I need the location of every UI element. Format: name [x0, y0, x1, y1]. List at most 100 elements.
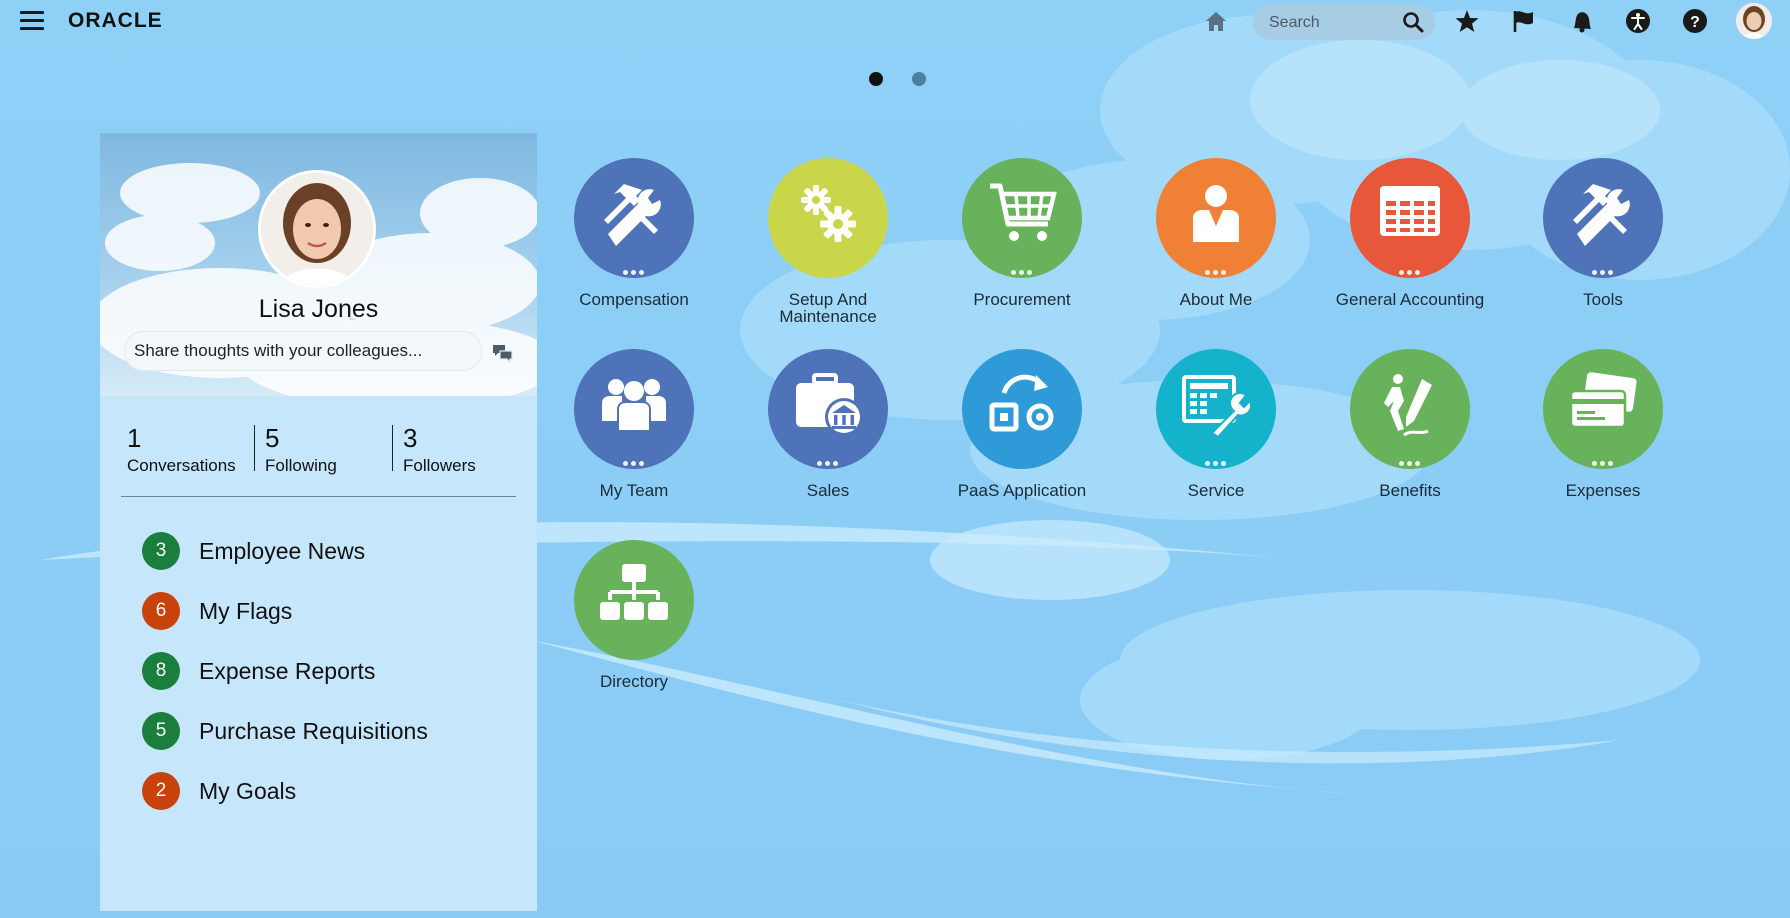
person-icon [1193, 185, 1239, 242]
team-icon [602, 379, 666, 432]
app-circle [574, 158, 694, 278]
app-circle [1350, 349, 1470, 469]
ledger-icon [1380, 186, 1440, 236]
app-service[interactable]: Service [1131, 349, 1301, 499]
more-dots[interactable] [1399, 453, 1423, 466]
bell-icon[interactable] [1568, 8, 1594, 34]
more-dots[interactable] [1011, 262, 1035, 275]
app-sales[interactable]: Sales [743, 349, 913, 499]
search-icon[interactable] [1401, 10, 1425, 34]
pager-dot-1[interactable] [869, 72, 883, 86]
app-benefits[interactable]: Benefits [1325, 349, 1495, 499]
profile-photo [258, 170, 376, 288]
task-label: Expense Reports [199, 658, 376, 684]
app-label: My Team [599, 481, 669, 500]
count-badge: 5 [142, 712, 180, 750]
top-bar: ORACLE ? [0, 0, 1790, 42]
search-input[interactable] [1267, 12, 1401, 34]
more-dots[interactable] [1205, 453, 1229, 466]
star-icon[interactable] [1454, 8, 1480, 34]
count-badge: 2 [142, 772, 180, 810]
profile-panel: Lisa Jones Share thoughts with your coll… [100, 133, 537, 911]
more-dots[interactable] [623, 453, 647, 466]
accessibility-icon[interactable] [1625, 8, 1651, 34]
count-badge: 6 [142, 592, 180, 630]
app-label: Directory [599, 672, 668, 691]
profile-header: Lisa Jones Share thoughts with your coll… [100, 133, 537, 396]
menu-icon[interactable] [20, 11, 44, 31]
app-label: Expenses [1565, 481, 1641, 500]
task-label: My Goals [199, 778, 297, 804]
flag-icon[interactable] [1511, 8, 1537, 34]
task-label: Purchase Requisitions [199, 718, 428, 744]
app-label: About Me [1179, 290, 1253, 309]
stat-value: 1 [127, 423, 142, 453]
share-placeholder: Share thoughts with your colleagues... [134, 341, 423, 360]
more-dots[interactable] [817, 453, 841, 466]
app-circle [962, 158, 1082, 278]
app-setup-and-maintenance[interactable]: Setup And Maintenance [743, 158, 913, 325]
more-dots[interactable] [1399, 262, 1423, 275]
more-dots[interactable] [623, 262, 647, 275]
app-circle [574, 349, 694, 469]
stat-value: 5 [265, 423, 280, 453]
app-expenses[interactable]: Expenses [1518, 349, 1688, 499]
app-circle [1543, 349, 1663, 469]
app-tools[interactable]: Tools [1518, 158, 1688, 308]
stat-divider [254, 425, 255, 471]
stat-conversations[interactable]: 1 Conversations [127, 423, 236, 476]
app-circle [574, 540, 694, 660]
stat-value: 3 [403, 423, 418, 453]
hammer-wrench-icon [1573, 184, 1630, 246]
search-box [1253, 4, 1435, 40]
paas-icon [989, 374, 1054, 432]
app-circle [962, 349, 1082, 469]
service-icon [1182, 375, 1253, 439]
app-my-team[interactable]: My Team [549, 349, 719, 499]
app-paas-application[interactable]: PaaS Application [937, 349, 1107, 499]
app-label: Procurement [973, 290, 1071, 309]
stat-label: Conversations [127, 456, 236, 475]
conversation-icon[interactable] [492, 343, 514, 363]
share-thoughts-input[interactable]: Share thoughts with your colleagues... [124, 331, 482, 371]
svg-text:?: ? [1690, 14, 1700, 31]
stat-label: Followers [403, 456, 476, 475]
hammer-wrench-icon [604, 184, 661, 246]
app-compensation[interactable]: Compensation [549, 158, 719, 308]
stat-following[interactable]: 5 Following [265, 423, 337, 476]
user-name: Lisa Jones [258, 295, 379, 323]
benefits-icon [1384, 374, 1432, 437]
more-dots[interactable] [1205, 262, 1229, 275]
cart-icon [990, 183, 1057, 241]
task-label: Employee News [199, 538, 366, 564]
app-procurement[interactable]: Procurement [937, 158, 1107, 308]
app-label: Service [1187, 481, 1245, 500]
cards-icon [1569, 372, 1637, 429]
app-circle [768, 349, 888, 469]
app-circle [1350, 158, 1470, 278]
stat-divider [392, 425, 393, 471]
pager-dot-2[interactable] [912, 72, 926, 86]
app-label: General Accounting [1335, 290, 1485, 309]
app-about-me[interactable]: About Me [1131, 158, 1301, 308]
app-label: Benefits [1379, 481, 1441, 500]
oracle-logo: ORACLE [68, 9, 163, 32]
panel-divider [121, 496, 516, 497]
count-badge: 8 [142, 652, 180, 690]
help-icon[interactable]: ? [1682, 8, 1708, 34]
app-general-accounting[interactable]: General Accounting [1325, 158, 1495, 308]
avatar[interactable] [1736, 3, 1772, 39]
app-circle [1156, 349, 1276, 469]
more-dots[interactable] [1592, 453, 1616, 466]
more-dots[interactable] [1592, 262, 1616, 275]
home-icon[interactable] [1203, 8, 1229, 34]
count-badge: 3 [142, 532, 180, 570]
stat-followers[interactable]: 3 Followers [403, 423, 476, 476]
briefcase-bank-icon [796, 373, 863, 436]
app-circle [768, 158, 888, 278]
app-label: Compensation [579, 290, 689, 309]
app-label: Sales [806, 481, 850, 500]
app-circle [1543, 158, 1663, 278]
gears-icon [801, 185, 856, 242]
app-directory[interactable]: Directory [549, 540, 719, 690]
